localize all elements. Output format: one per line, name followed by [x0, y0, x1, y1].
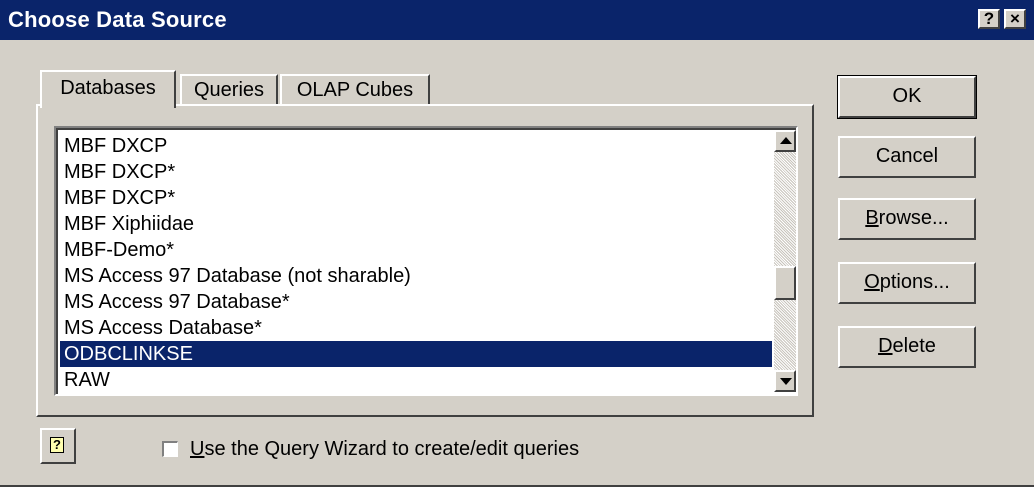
options-label: Options... [864, 271, 950, 293]
title-help-button[interactable]: ? [978, 9, 1000, 29]
label-rest: ptions... [879, 271, 950, 293]
data-source-items: MBF DXCP MBF DXCP* MBF DXCP* MBF Xiphiid… [60, 133, 772, 393]
label-rest: se the Query Wizard to create/edit queri… [204, 438, 580, 460]
scroll-down-arrow-icon [780, 378, 792, 385]
question-mark-icon: ? [983, 9, 995, 28]
mnemonic: U [190, 438, 205, 460]
title-bar[interactable]: Choose Data Source ? × [0, 0, 1034, 40]
label-rest: rowse... [878, 207, 949, 229]
query-wizard-checkbox[interactable] [162, 441, 178, 457]
list-item[interactable]: MS Access 97 Database (not sharable) [60, 263, 772, 289]
tab-queries[interactable]: Queries [180, 74, 278, 106]
scroll-up-arrow-icon [780, 137, 792, 144]
tab-label: OLAP Cubes [296, 79, 414, 101]
label-rest: elete [892, 335, 936, 357]
list-item[interactable]: MBF DXCP* [60, 159, 772, 185]
window-title: Choose Data Source [8, 7, 227, 32]
browse-label: Browse... [865, 207, 948, 229]
scroll-down-button[interactable] [774, 370, 796, 392]
list-item[interactable]: MBF DXCP [60, 133, 772, 159]
mnemonic: B [865, 207, 879, 229]
delete-label: Delete [878, 335, 936, 357]
tab-databases[interactable]: Databases [40, 70, 176, 108]
tab-label: Queries [193, 79, 265, 101]
ok-label: OK [892, 85, 922, 107]
options-button[interactable]: Options... [838, 262, 976, 304]
tab-olap-cubes[interactable]: OLAP Cubes [280, 74, 430, 106]
tab-label: Databases [60, 77, 156, 99]
scroll-up-button[interactable] [774, 130, 796, 152]
list-item[interactable]: MBF-Demo* [60, 237, 772, 263]
ok-button[interactable]: OK [837, 75, 977, 119]
list-item[interactable]: MBF Xiphiidae [60, 211, 772, 237]
context-help-button[interactable]: ? [40, 428, 76, 464]
context-help-icon: ? [50, 437, 64, 453]
cancel-button[interactable]: Cancel [838, 136, 976, 178]
cancel-label: Cancel [875, 145, 939, 167]
data-source-list[interactable]: MBF DXCP MBF DXCP* MBF DXCP* MBF Xiphiid… [54, 126, 798, 396]
list-item[interactable]: MBF DXCP* [60, 185, 772, 211]
mnemonic: D [878, 335, 893, 357]
mnemonic: O [864, 271, 880, 293]
vertical-scrollbar[interactable] [774, 130, 796, 392]
list-item[interactable]: RAW [60, 367, 772, 393]
list-item[interactable]: MS Access 97 Database* [60, 289, 772, 315]
delete-button[interactable]: Delete [838, 326, 976, 368]
query-wizard-label[interactable]: Use the Query Wizard to create/edit quer… [190, 437, 579, 461]
scroll-thumb[interactable] [774, 266, 796, 301]
close-icon: × [1010, 9, 1020, 28]
browse-button[interactable]: Browse... [838, 198, 976, 240]
list-item-selected[interactable]: ODBCLINKSE [60, 341, 772, 367]
title-close-button[interactable]: × [1004, 9, 1026, 29]
list-item[interactable]: MS Access Database* [60, 315, 772, 341]
tab-panel: MBF DXCP MBF DXCP* MBF DXCP* MBF Xiphiid… [36, 104, 814, 417]
